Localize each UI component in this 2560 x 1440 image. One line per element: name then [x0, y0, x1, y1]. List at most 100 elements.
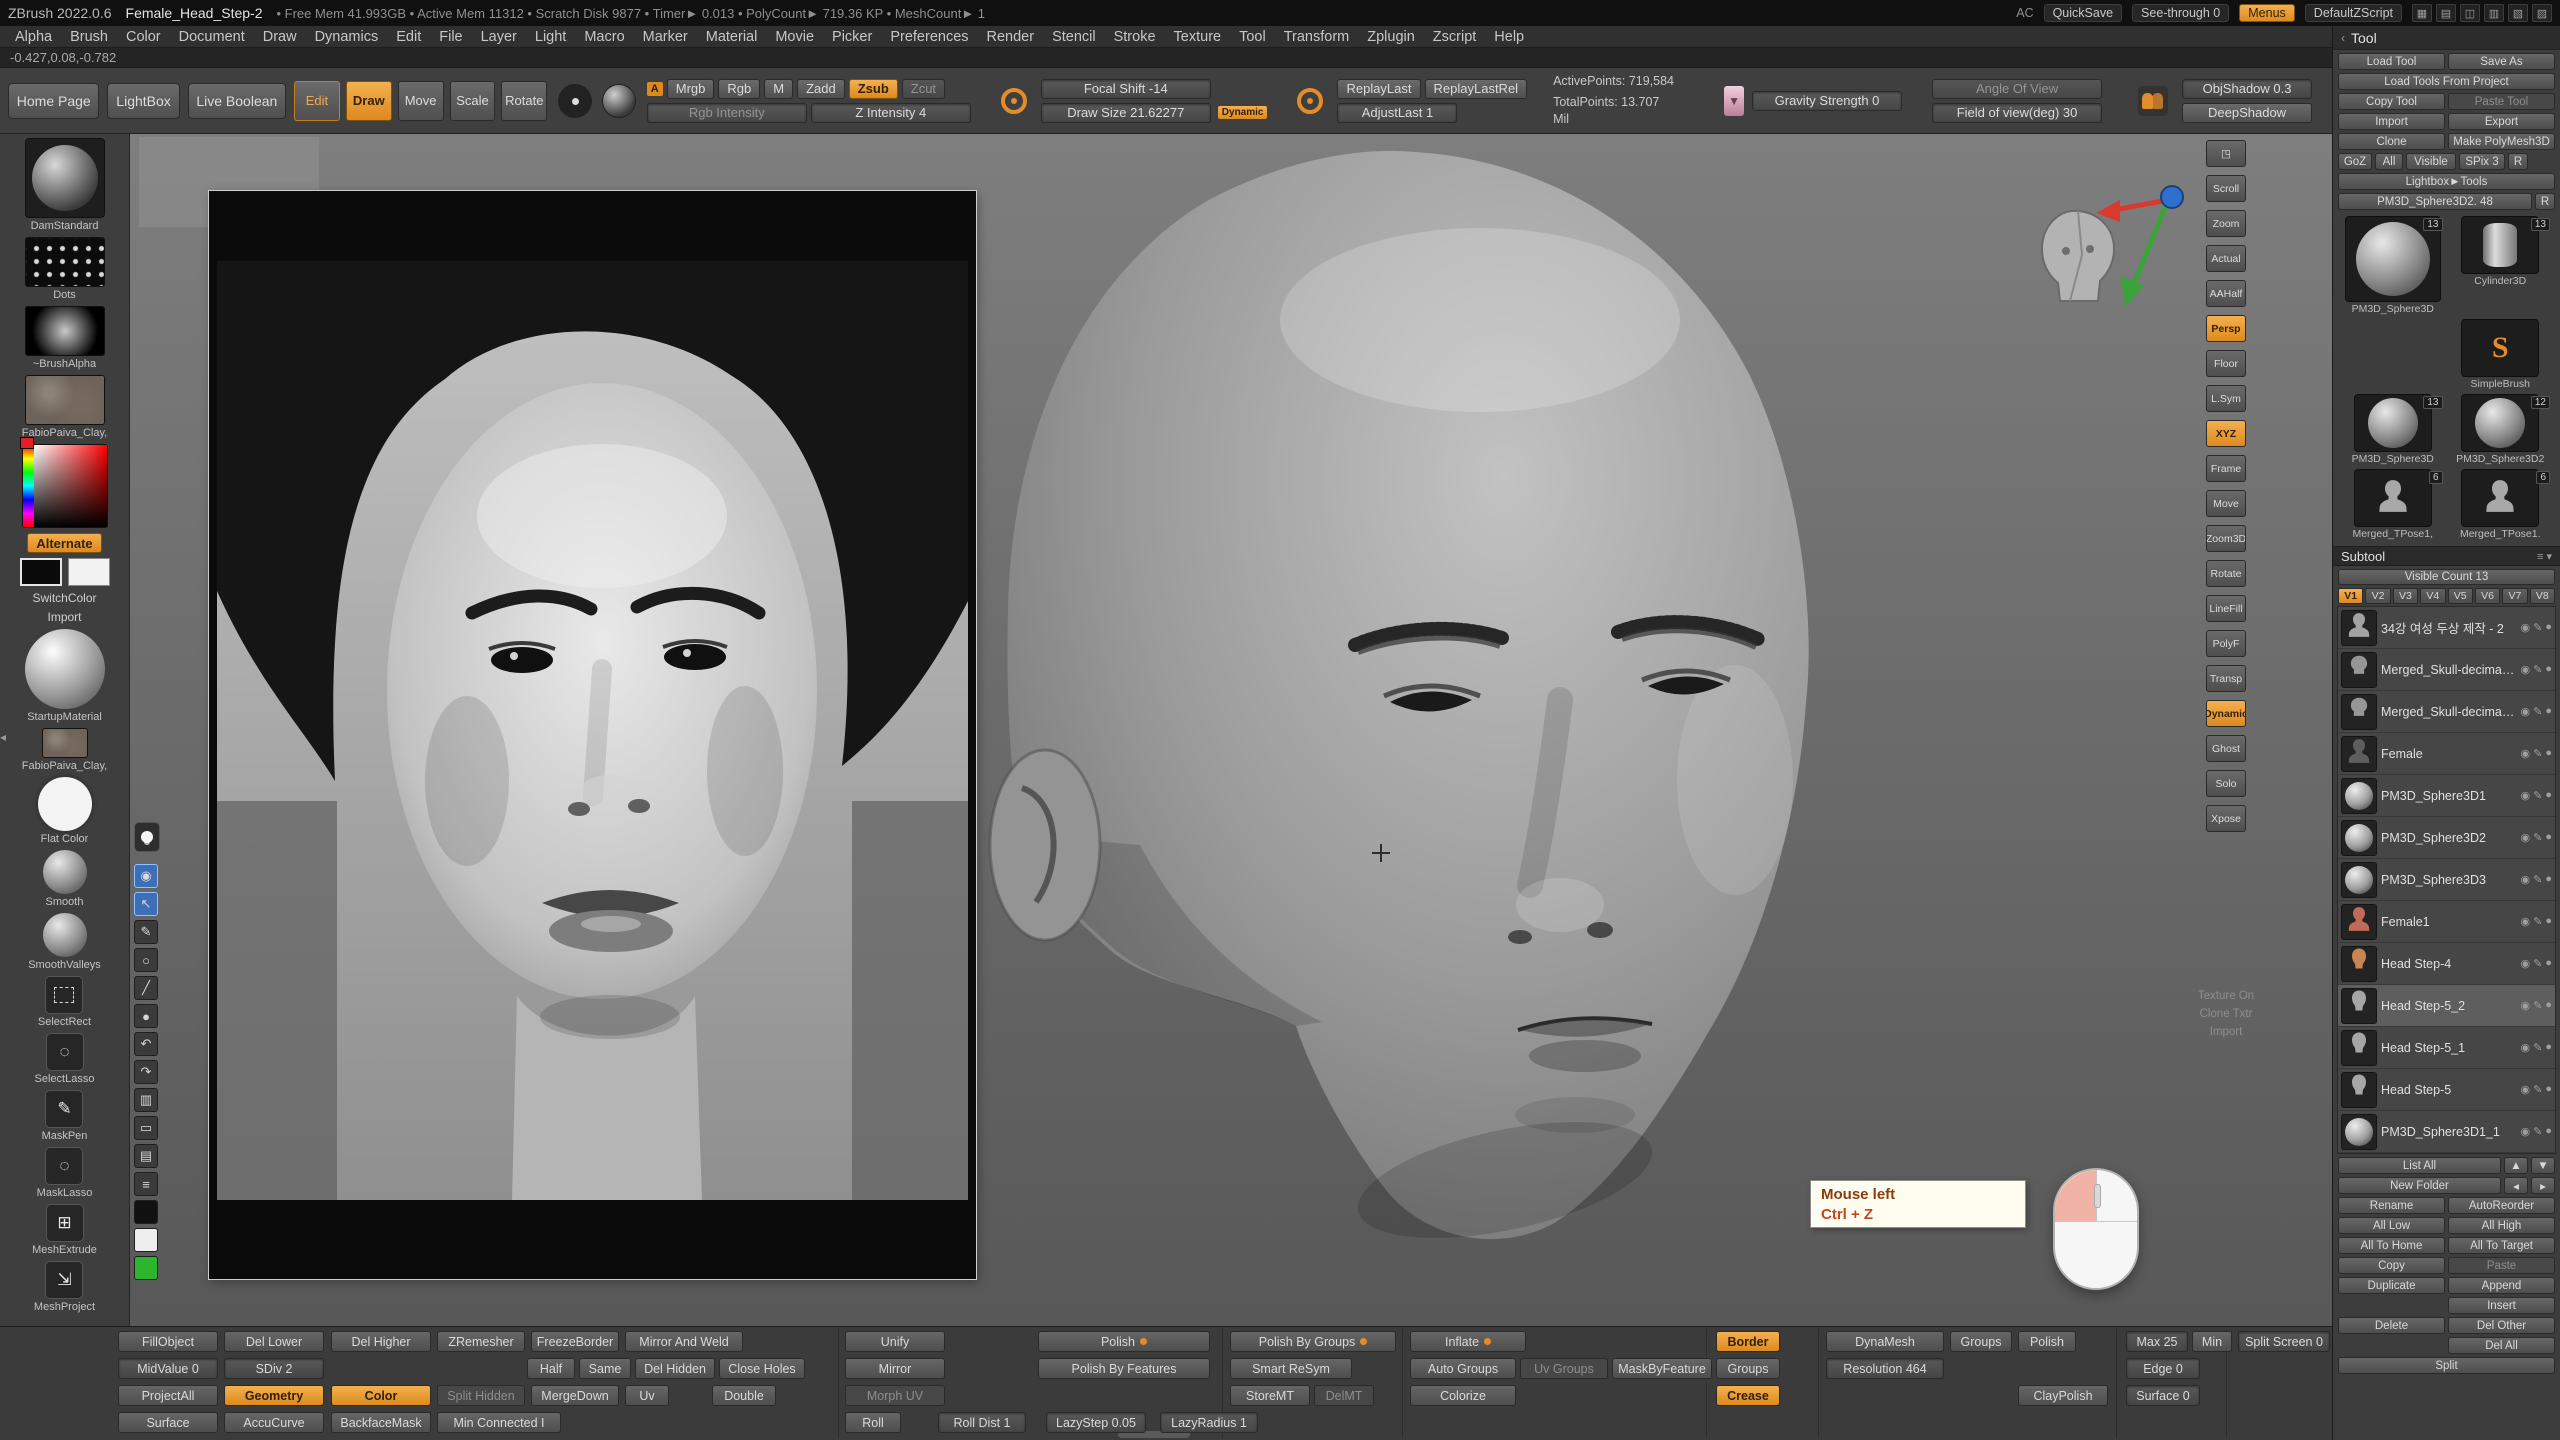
- sculpt-icon[interactable]: ●: [2545, 705, 2552, 718]
- m-button[interactable]: M: [764, 79, 793, 99]
- alpha-thumbnail[interactable]: [25, 306, 105, 356]
- rightshelf-persp-button[interactable]: Persp: [2206, 315, 2246, 342]
- maskpen-icon[interactable]: ✎: [45, 1090, 83, 1128]
- white-swatch[interactable]: [134, 1228, 158, 1252]
- tool-lightbox-tools-button[interactable]: Lightbox►Tools: [2338, 173, 2555, 190]
- subtool-duplicate-button[interactable]: Duplicate: [2338, 1277, 2445, 1294]
- dock-freezeborder-button[interactable]: FreezeBorder: [531, 1331, 619, 1352]
- tool-thumb-cylinder3d[interactable]: 13Cylinder3D: [2449, 216, 2553, 315]
- scale-button[interactable]: Scale: [450, 81, 496, 121]
- menu-tool[interactable]: Tool: [1230, 29, 1275, 45]
- dock-zremesher-button[interactable]: ZRemesher: [437, 1331, 525, 1352]
- menu-texture[interactable]: Texture: [1165, 29, 1231, 45]
- sculpt-icon[interactable]: ●: [2545, 1083, 2552, 1096]
- dock-min-button[interactable]: Min: [2192, 1331, 2232, 1352]
- subtool-thumbnail[interactable]: [2341, 862, 2377, 898]
- dynamic-toggle[interactable]: Dynamic: [1218, 106, 1268, 119]
- menu-light[interactable]: Light: [526, 29, 575, 45]
- tool-r-button[interactable]: R: [2535, 193, 2555, 210]
- sculpt-icon[interactable]: ●: [2545, 999, 2552, 1012]
- eye-icon[interactable]: ◉: [2521, 999, 2531, 1012]
- subtool-item[interactable]: Merged_Skull-decimation2_4◉✎●: [2338, 691, 2555, 733]
- dock-polish-by-groups-button[interactable]: Polish By Groups: [1230, 1331, 1396, 1352]
- tray-item-import[interactable]: Import: [47, 610, 81, 624]
- rightshelf-ghost-button[interactable]: Ghost: [2206, 735, 2246, 762]
- tool-copy-tool-button[interactable]: Copy Tool: [2338, 93, 2445, 110]
- menu-transform[interactable]: Transform: [1275, 29, 1359, 45]
- layout-icon-1[interactable]: ▦: [2412, 4, 2432, 22]
- dock-dynamesh-button[interactable]: DynaMesh: [1826, 1331, 1944, 1352]
- dock-roll-button[interactable]: Roll: [845, 1412, 901, 1433]
- subtool-paste-button[interactable]: Paste: [2448, 1257, 2555, 1274]
- subtool-item[interactable]: Head Step-5_2◉✎●: [2338, 985, 2555, 1027]
- tray-collapse-arrow[interactable]: ◂: [0, 730, 6, 744]
- dock-roll-dist-1-button[interactable]: Roll Dist 1: [938, 1412, 1026, 1433]
- rightshelf-dynamic-button[interactable]: Dynamic: [2206, 700, 2246, 727]
- tool-import-button[interactable]: Import: [2338, 113, 2445, 130]
- clone-txtr-label[interactable]: Clone Txtr: [2200, 1008, 2253, 1020]
- dock-split-hidden-button[interactable]: Split Hidden: [437, 1385, 525, 1406]
- tool-thumb-merged-tpose1[interactable]: 6Merged_TPose1.: [2449, 469, 2553, 540]
- tool-pm3d-sphere3d2-48-button[interactable]: PM3D_Sphere3D2. 48: [2338, 193, 2532, 210]
- import-label[interactable]: Import: [2210, 1026, 2243, 1038]
- dock-del-lower-button[interactable]: Del Lower: [224, 1331, 324, 1352]
- rightshelf-scroll-button[interactable]: Scroll: [2206, 175, 2246, 202]
- dock-lazyradius-1-button[interactable]: LazyRadius 1: [1160, 1412, 1258, 1433]
- see-through-slider[interactable]: See-through 0: [2132, 4, 2229, 22]
- pencil-icon[interactable]: ╱: [134, 976, 158, 1000]
- subtool-tab-v1[interactable]: V1: [2338, 588, 2363, 604]
- material-sphere-thumbnail[interactable]: [43, 850, 87, 894]
- subtool-del-other-button[interactable]: Del Other: [2448, 1317, 2555, 1334]
- subtool-del-all-button[interactable]: Del All: [2448, 1337, 2555, 1354]
- subtool-thumbnail[interactable]: [2341, 610, 2377, 646]
- subtool-item[interactable]: PM3D_Sphere3D3◉✎●: [2338, 859, 2555, 901]
- grid-icon[interactable]: ◳: [2206, 140, 2246, 167]
- dock-backfacemask-button[interactable]: BackfaceMask: [331, 1412, 431, 1433]
- menu-render[interactable]: Render: [978, 29, 1044, 45]
- subtool-autoreorder-button[interactable]: AutoReorder: [2448, 1197, 2555, 1214]
- eye-icon[interactable]: ◉: [2521, 705, 2531, 718]
- dock-del-hidden-button[interactable]: Del Hidden: [635, 1358, 715, 1379]
- material-sphere-thumbnail[interactable]: [43, 913, 87, 957]
- subtool-thumbnail[interactable]: [2341, 988, 2377, 1024]
- subtool-all-high-button[interactable]: All High: [2448, 1217, 2555, 1234]
- flat-color-thumbnail[interactable]: [38, 777, 92, 831]
- tool-thumbnail[interactable]: S: [2461, 319, 2539, 377]
- paint-icon[interactable]: ✎: [2533, 1041, 2542, 1054]
- texture-thumbnail[interactable]: [42, 728, 88, 758]
- objshadow-slider[interactable]: ObjShadow 0.3: [2182, 79, 2312, 99]
- subtool-thumbnail[interactable]: [2341, 652, 2377, 688]
- visible-count-slider[interactable]: Visible Count 13: [2338, 569, 2555, 585]
- sculpt-icon[interactable]: ●: [2545, 1125, 2552, 1138]
- dock-mirror-and-weld-button[interactable]: Mirror And Weld: [625, 1331, 743, 1352]
- rotate-button[interactable]: Rotate: [501, 81, 547, 121]
- dock-crease-button[interactable]: Crease: [1716, 1385, 1780, 1406]
- cursor-icon[interactable]: ↖: [134, 892, 158, 916]
- menu-stroke[interactable]: Stroke: [1105, 29, 1165, 45]
- trash-icon[interactable]: ▥: [134, 1088, 158, 1112]
- replay-last-button[interactable]: ReplayLast: [1337, 79, 1420, 99]
- layout-icon-2[interactable]: ▤: [2436, 4, 2456, 22]
- eye-icon[interactable]: ◉: [2521, 789, 2531, 802]
- tool-make-polymesh3d-button[interactable]: Make PolyMesh3D: [2448, 133, 2555, 150]
- paint-icon[interactable]: ✎: [2533, 873, 2542, 886]
- subtool-tab-v6[interactable]: V6: [2475, 588, 2500, 604]
- subtool-item[interactable]: PM3D_Sphere3D1◉✎●: [2338, 775, 2555, 817]
- dock-uv-groups-button[interactable]: Uv Groups: [1520, 1358, 1608, 1379]
- import-button[interactable]: Import: [47, 610, 81, 624]
- tool-spix-3-button[interactable]: SPix 3: [2459, 153, 2505, 170]
- menu-marker[interactable]: Marker: [634, 29, 697, 45]
- dock-geometry-button[interactable]: Geometry: [224, 1385, 324, 1406]
- menu-draw[interactable]: Draw: [254, 29, 306, 45]
- replay-last-rel-button[interactable]: ReplayLastRel: [1425, 79, 1528, 99]
- rightshelf-floor-button[interactable]: Floor: [2206, 350, 2246, 377]
- dock-accucurve-button[interactable]: AccuCurve: [224, 1412, 324, 1433]
- paint-icon[interactable]: ✎: [2533, 663, 2542, 676]
- menu-picker[interactable]: Picker: [823, 29, 881, 45]
- tray-item-selectlasso[interactable]: ◌SelectLasso: [35, 1033, 95, 1085]
- tool-thumbnail[interactable]: [2354, 394, 2432, 452]
- switchcolor-button[interactable]: SwitchColor: [32, 591, 96, 605]
- menu-macro[interactable]: Macro: [575, 29, 633, 45]
- tray-item-dots[interactable]: Dots: [25, 237, 105, 301]
- dock-color-button[interactable]: Color: [331, 1385, 431, 1406]
